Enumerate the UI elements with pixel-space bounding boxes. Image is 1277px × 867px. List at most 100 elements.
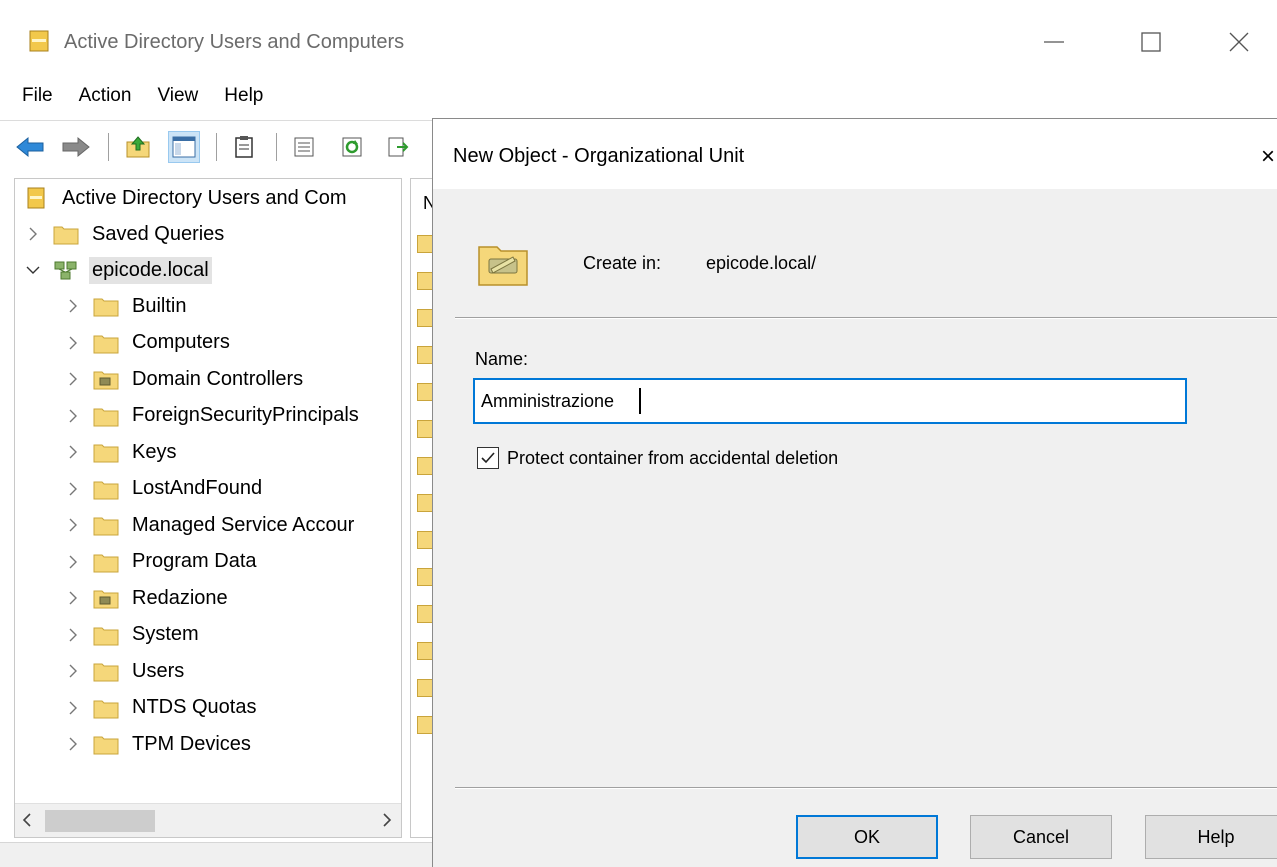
help-button[interactable]: Help (1145, 815, 1277, 859)
forward-button[interactable] (60, 131, 92, 163)
tree-item-label: System (132, 623, 199, 645)
scroll-left-icon[interactable] (21, 812, 33, 833)
menu-action[interactable]: Action (71, 81, 140, 111)
ad-console-icon (27, 187, 45, 209)
ou-name-input[interactable] (473, 378, 1187, 424)
tree-item[interactable]: Builtin (63, 289, 189, 323)
list-item-icon[interactable] (417, 642, 433, 660)
folder-icon (93, 736, 119, 755)
list-item-icon[interactable] (417, 346, 433, 364)
folder-icon (93, 663, 119, 682)
tree-item[interactable]: LostAndFound (63, 472, 265, 506)
tree-item-label: NTDS Quotas (132, 696, 257, 718)
protect-deletion-label: Protect container from accidental deleti… (507, 447, 839, 468)
list-item-icon[interactable] (417, 568, 433, 586)
list-item-icon[interactable] (417, 383, 433, 401)
scrollbar-thumb[interactable] (45, 810, 155, 832)
menu-help[interactable]: Help (216, 81, 271, 111)
tree-item-saved-queries[interactable]: Saved Queries (23, 217, 227, 251)
tree-item[interactable]: Computers (63, 326, 233, 360)
chevron-down-icon[interactable] (23, 260, 43, 280)
list-item-icon[interactable] (417, 605, 433, 623)
tree-root[interactable]: Active Directory Users and Com (23, 181, 350, 215)
tree-item-label: Saved Queries (92, 222, 225, 245)
tree-item[interactable]: Program Data (63, 545, 260, 579)
console-tree[interactable]: Active Directory Users and Com Saved Que… (14, 178, 402, 838)
scroll-right-icon[interactable] (381, 812, 393, 833)
list-item-icon[interactable] (417, 531, 433, 549)
tree-item[interactable]: Keys (63, 435, 179, 469)
tree-item[interactable]: Domain Controllers (63, 362, 306, 396)
ad-users-computers-app-icon (29, 30, 49, 52)
tree-item[interactable]: ForeignSecurityPrincipals (63, 399, 362, 433)
close-window-button[interactable] (1219, 22, 1259, 62)
list-item-icon[interactable] (417, 716, 433, 734)
chevron-right-icon[interactable] (63, 296, 83, 316)
refresh-button[interactable] (336, 131, 368, 163)
tree-item[interactable]: Redazione (63, 581, 231, 615)
tree-item[interactable]: System (63, 618, 202, 652)
list-item-icon[interactable] (417, 272, 433, 290)
cancel-button[interactable]: Cancel (970, 815, 1112, 859)
chevron-right-icon[interactable] (63, 369, 83, 389)
minimize-icon (1044, 41, 1064, 43)
chevron-right-icon[interactable] (63, 588, 83, 608)
ok-button[interactable]: OK (796, 815, 938, 859)
ou-folder-icon (93, 371, 119, 390)
properties-button[interactable] (228, 131, 260, 163)
minimize-button[interactable] (1034, 22, 1074, 62)
menu-file[interactable]: File (14, 81, 61, 111)
maximize-button[interactable] (1131, 22, 1171, 62)
dialog-titlebar: New Object - Organizational Unit × (433, 119, 1277, 189)
up-one-level-button[interactable] (122, 131, 154, 163)
folder-icon (93, 298, 119, 317)
status-bar (0, 842, 440, 867)
tree-item-domain[interactable]: epicode.local (23, 253, 212, 287)
list-item-icon[interactable] (417, 309, 433, 327)
toolbar (0, 120, 440, 170)
back-button[interactable] (14, 131, 46, 163)
tree-item-label: LostAndFound (132, 477, 263, 499)
chevron-right-icon[interactable] (23, 224, 43, 244)
protect-deletion-option[interactable]: Protect container from accidental deleti… (477, 447, 838, 469)
tree-item-label: Redazione (132, 586, 228, 609)
chevron-right-icon[interactable] (63, 552, 83, 572)
tree-item-label: TPM Devices (132, 732, 251, 755)
chevron-right-icon[interactable] (63, 734, 83, 754)
list-item-icon[interactable] (417, 679, 433, 697)
menu-view[interactable]: View (149, 81, 206, 111)
export-button[interactable] (382, 131, 414, 163)
show-hide-tree-button[interactable] (168, 131, 200, 163)
folder-icon (93, 481, 119, 499)
name-label: Name: (475, 349, 529, 369)
folder-icon (93, 517, 119, 536)
tree-item-label: Computers (132, 331, 230, 353)
tree-item[interactable]: TPM Devices (63, 727, 254, 761)
chevron-right-icon[interactable] (63, 698, 83, 718)
tree-horizontal-scrollbar[interactable] (15, 803, 401, 837)
list-item-icon[interactable] (417, 235, 433, 253)
chevron-right-icon[interactable] (63, 406, 83, 426)
export-list-button[interactable] (288, 131, 320, 163)
protect-deletion-checkbox[interactable] (477, 447, 499, 469)
chevron-right-icon[interactable] (63, 625, 83, 645)
list-item-icon[interactable] (417, 420, 433, 438)
chevron-right-icon[interactable] (63, 479, 83, 499)
tree-item-label: Users (132, 659, 185, 682)
tree-item[interactable]: NTDS Quotas (63, 691, 259, 725)
tree-item[interactable]: Managed Service Accour (63, 508, 357, 542)
forward-arrow-icon (62, 136, 90, 158)
tree-item[interactable]: Users (63, 654, 187, 688)
menu-bar: File Action View Help (0, 76, 1277, 116)
chevron-right-icon[interactable] (63, 442, 83, 462)
text-cursor (639, 388, 641, 414)
toolbar-separator (108, 133, 109, 161)
list-item-icon[interactable] (417, 457, 433, 475)
chevron-right-icon[interactable] (63, 661, 83, 681)
chevron-right-icon[interactable] (63, 333, 83, 353)
dialog-close-button[interactable]: × (1261, 143, 1275, 171)
list-item-icon[interactable] (417, 494, 433, 512)
ou-folder-icon (93, 590, 119, 609)
chevron-right-icon[interactable] (63, 515, 83, 535)
export-list-icon (294, 137, 314, 157)
